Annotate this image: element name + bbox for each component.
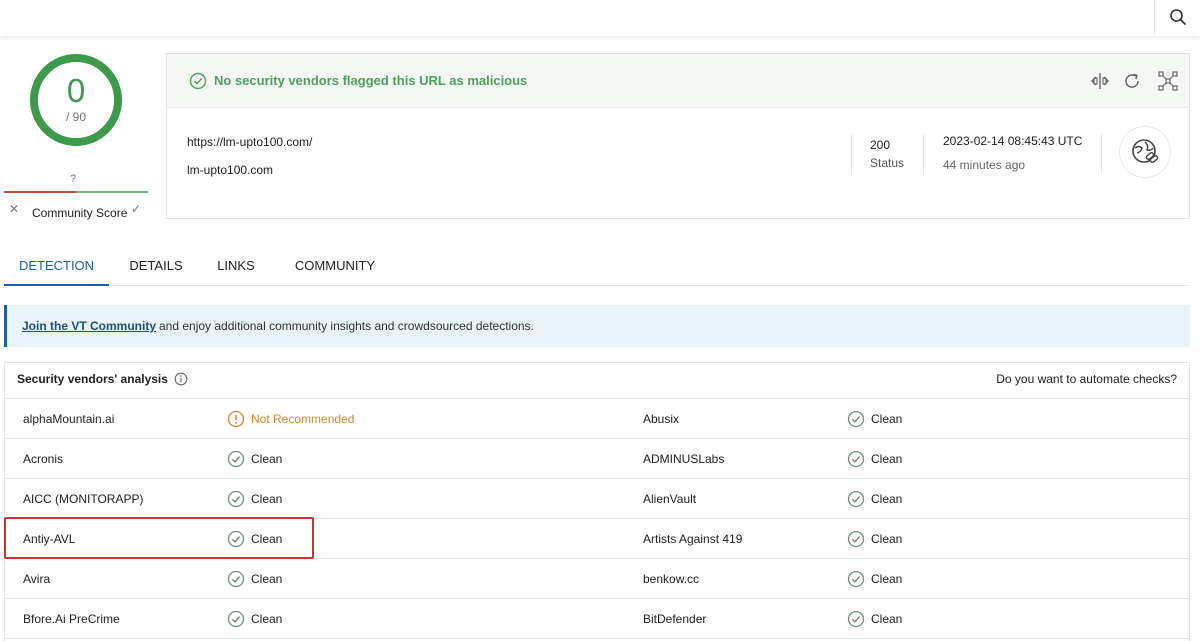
check-circle-icon [847,450,865,468]
join-community-banner: Join the VT Community and enjoy addition… [4,305,1190,347]
vendor-result: Clean [251,532,283,546]
vendor-result: Clean [871,612,903,626]
vendor-result: Clean [871,412,903,426]
check-circle-icon [189,72,207,90]
check-circle-icon [227,610,245,628]
score-value: 0 [66,72,86,109]
analysis-age: 44 minutes ago [943,158,1026,172]
community-score-label: Community Score [32,206,128,220]
vendor-result: Clean [251,492,283,506]
compare-icon [1091,73,1109,89]
divider [1101,134,1102,174]
vendor-row: Acronis Clean ADMINUSLabs Clean [5,439,1189,479]
url-favicon [1119,126,1171,178]
vendor-name: Bfore.Ai PreCrime [23,612,120,626]
vendors-header: Security vendors' analysis Do you want t… [5,363,1189,399]
vendor-name: Antiy-AVL [23,532,76,546]
status-label: Status [870,156,905,170]
globe-link-icon [1132,139,1159,163]
vendor-result: Clean [871,452,903,466]
vendor-name: Acronis [23,452,64,466]
vendor-row: Avira Clean benkow.cc Clean [5,559,1189,599]
vendor-name: AlienVault [643,492,697,506]
graph-icon [1158,71,1178,91]
divider [923,134,924,174]
status-code: 200 [870,138,891,152]
reanalyze-button[interactable] [1121,70,1143,92]
vendor-result: Clean [871,492,903,506]
vendor-result: Clean [251,612,283,626]
vendor-name: BitDefender [643,612,707,626]
vendors-panel: Security vendors' analysis Do you want t… [4,362,1190,641]
check-circle-icon [847,530,865,548]
vote-malicious-button[interactable]: ✕ [9,202,19,216]
divider [851,134,852,174]
detection-score: 0 / 90 [28,52,124,148]
tab-community[interactable]: COMMUNITY [280,248,390,286]
vendor-result: Clean [251,452,283,466]
automate-checks-link[interactable]: Do you want to automate checks? [996,372,1177,386]
vendor-result: Not Recommended [251,412,355,426]
community-score-bar [4,191,148,193]
vendor-name: Abusix [643,412,680,426]
join-community-link[interactable]: Join the VT Community [22,319,156,333]
check-circle-icon [227,450,245,468]
vendor-result: Clean [871,532,903,546]
tab-bar: DETECTION DETAILS LINKS COMMUNITY [4,248,1190,286]
vendor-row: Bfore.Ai PreCrime Clean BitDefender Clean [5,599,1189,639]
vendor-row: Antiy-AVL Clean Artists Against 419 Clean [5,519,1189,559]
community-score-value: ? [70,173,77,185]
analyzed-domain[interactable]: lm-upto100.com [187,163,273,177]
tab-detection[interactable]: DETECTION [4,248,109,286]
analyzed-url[interactable]: https://lm-upto100.com/ [187,135,312,149]
reanalyze-icon [1125,73,1139,88]
check-circle-icon [227,570,245,588]
analysis-date: 2023-02-14 08:45:43 UTC [943,134,1083,148]
top-bar [0,0,1200,36]
graph-button[interactable] [1157,70,1179,92]
check-circle-icon [227,490,245,508]
vendor-row: AICC (MONITORAPP) Clean AlienVault Clean [5,479,1189,519]
summary-card: No security vendors flagged this URL as … [166,53,1190,219]
vendor-name: Avira [23,572,51,586]
vendor-row: alphaMountain.ai Not Recommended Abusix Cle… [5,399,1189,439]
check-circle-icon [227,530,245,548]
verdict-text: No security vendors flagged this URL as … [214,73,528,88]
tab-details[interactable]: DETAILS [118,248,194,286]
vendor-name: Artists Against 419 [643,532,743,546]
compare-button[interactable] [1089,70,1111,92]
vendor-name: ADMINUSLabs [643,452,725,466]
vendor-name: alphaMountain.ai [23,412,115,426]
vendor-name: AICC (MONITORAPP) [23,492,144,506]
vendor-name: benkow.cc [643,572,700,586]
info-icon[interactable] [174,372,188,386]
check-circle-icon [847,490,865,508]
join-community-text: and enjoy additional community insights … [159,319,534,333]
check-circle-icon [847,610,865,628]
search-button[interactable] [1154,0,1200,34]
vendor-result: Clean [871,572,903,586]
tab-links[interactable]: LINKS [208,248,264,286]
check-circle-icon [847,570,865,588]
check-circle-icon [847,410,865,428]
score-total: / 90 [65,110,86,124]
verdict-banner: No security vendors flagged this URL as … [167,54,1189,108]
search-icon [1169,9,1186,25]
vote-harmless-button[interactable]: ✓ [131,202,141,216]
vendor-result: Clean [251,572,283,586]
warning-circle-icon [227,410,245,428]
vendors-title: Security vendors' analysis [17,372,168,386]
